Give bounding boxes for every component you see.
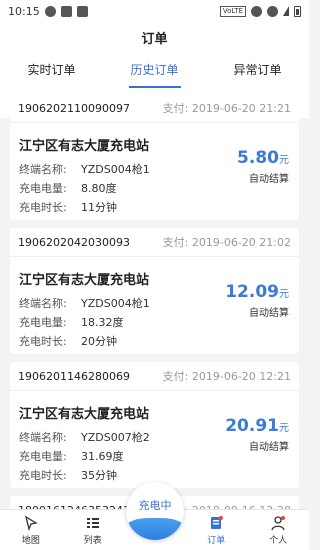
sync-icon [60, 5, 72, 17]
list-icon [86, 517, 99, 528]
tab-profile-label: 个人 [269, 535, 288, 546]
duration-value: 11分钟 [81, 201, 117, 214]
page-title: 订单 [141, 32, 168, 47]
order-card-header: 1906201146280069 支付: 2019-06-20 12:21 [10, 362, 299, 391]
battery-icon [294, 5, 301, 17]
duration-label: 充电时长: [19, 469, 67, 482]
pay-time: 支付: 2019-06-20 21:02 [162, 236, 291, 249]
terminal-label: 终端名称: [19, 297, 67, 310]
order-card-header: 1906202110090097 支付: 2019-06-20 21:21 [10, 94, 299, 123]
order-number: 1906201146280069 [18, 369, 130, 383]
energy-label: 充电电量: [19, 450, 67, 463]
tab-history-orders[interactable]: 历史订单 [103, 60, 206, 86]
order-amount: 12.09元 自动结算 [225, 282, 289, 319]
tab-orders-label: 订单 [207, 535, 226, 546]
status-time: 10:15 [8, 4, 40, 18]
signal-icon [283, 6, 289, 16]
order-card[interactable]: 1906202042030093 支付: 2019-06-20 21:02 江宁… [10, 228, 299, 354]
order-number: 1906202042030093 [18, 235, 130, 249]
settle-status: 自动结算 [249, 174, 289, 185]
pay-time: 支付: 2019-06-20 12:21 [162, 370, 291, 383]
amount-value: 12.09 [225, 282, 279, 302]
order-card[interactable]: 1906202110090097 支付: 2019-06-20 21:21 江宁… [10, 94, 299, 220]
amount-value: 5.80 [237, 148, 279, 168]
tab-profile[interactable]: 个人 [247, 510, 309, 550]
image-icon [76, 5, 88, 17]
order-card-header: 1906202042030093 支付: 2019-06-20 21:02 [10, 228, 299, 257]
tab-orders[interactable]: 订单 [185, 510, 247, 550]
charging-wave [126, 518, 184, 540]
amount-unit: 元 [279, 423, 289, 434]
terminal-label: 终端名称: [19, 431, 67, 444]
charging-label: 充电中 [138, 499, 172, 512]
order-icon [211, 515, 224, 529]
tab-map-label: 地图 [21, 535, 40, 546]
duration-value: 20分钟 [81, 335, 117, 348]
tab-list-label: 列表 [83, 535, 102, 546]
wifi-icon [267, 5, 278, 17]
order-amount: 20.91元 自动结算 [225, 416, 289, 453]
terminal-value: YZDS004枪1 [81, 297, 150, 310]
order-amount: 5.80元 自动结算 [237, 148, 289, 185]
vibrate-icon [251, 5, 262, 17]
amount-value: 20.91 [225, 416, 279, 436]
person-icon [271, 515, 286, 530]
order-tabs: 实时订单 历史订单 异常订单 [0, 60, 309, 86]
energy-label: 充电电量: [19, 182, 67, 195]
pay-time: 支付: 2019-06-20 21:21 [162, 102, 291, 115]
terminal-value: YZDS007枪2 [81, 431, 150, 444]
volte-badge: VoLTE [219, 5, 246, 17]
settle-status: 自动结算 [249, 308, 289, 319]
energy-label: 充电电量: [19, 316, 67, 329]
energy-value: 31.69度 [81, 450, 124, 463]
order-number: 1906202110090097 [18, 101, 130, 115]
order-card[interactable]: 1906201146280069 支付: 2019-06-20 12:21 江宁… [10, 362, 299, 488]
map-icon [24, 515, 38, 531]
tab-realtime-orders[interactable]: 实时订单 [0, 60, 103, 86]
tab-map[interactable]: 地图 [0, 510, 62, 550]
duration-label: 充电时长: [19, 201, 67, 214]
energy-value: 18.32度 [81, 316, 124, 329]
duration-value: 35分钟 [81, 469, 117, 482]
charging-button[interactable]: 充电中 [126, 482, 184, 540]
terminal-value: YZDS004枪1 [81, 163, 150, 176]
duration-label: 充电时长: [19, 335, 67, 348]
amount-unit: 元 [279, 289, 289, 300]
amount-unit: 元 [279, 155, 289, 166]
app-notification-icon [44, 5, 56, 17]
status-bar: 10:15 VoLTE [0, 0, 309, 22]
tab-abnormal-orders[interactable]: 异常订单 [206, 60, 309, 86]
terminal-label: 终端名称: [19, 163, 67, 176]
settle-status: 自动结算 [249, 442, 289, 453]
energy-value: 8.80度 [81, 182, 117, 195]
tab-list[interactable]: 列表 [62, 510, 124, 550]
